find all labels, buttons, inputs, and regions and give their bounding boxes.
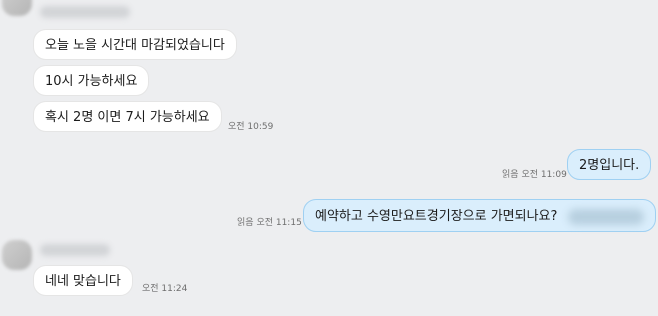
- message-text: 2명입니다.: [579, 158, 640, 173]
- message-bubble[interactable]: 혹시 2명 이면 7시 가능하세요: [33, 101, 222, 132]
- message-bubble[interactable]: 오늘 노을 시간대 마감되었습니다: [33, 29, 237, 60]
- message-timestamp: 오전 11:24: [142, 284, 188, 294]
- message-timestamp: 오전 11:15: [256, 218, 302, 228]
- message-timestamp: 오전 11:09: [521, 170, 567, 180]
- read-receipt: 읽음: [502, 170, 519, 180]
- redacted-blur: [567, 208, 644, 225]
- message-meta: 읽음 오전 11:09: [502, 170, 567, 181]
- sender-avatar[interactable]: [2, 0, 32, 16]
- message-bubble[interactable]: 10시 가능하세요: [33, 65, 150, 96]
- read-receipt: 읽음: [237, 218, 254, 228]
- message-bubble[interactable]: 예약하고 수영만요트경기장으로 가면되나요?: [303, 199, 656, 232]
- sender-name-blurred: [40, 244, 110, 256]
- message-bubble[interactable]: 2명입니다.: [567, 149, 652, 180]
- sender-avatar[interactable]: [2, 240, 32, 270]
- message-timestamp: 오전 10:59: [228, 122, 274, 132]
- message-meta: 읽음 오전 11:15: [237, 218, 302, 229]
- sender-name-blurred: [40, 6, 130, 18]
- message-text: 네네 맞습니다: [45, 274, 121, 289]
- message-text: 10시 가능하세요: [45, 74, 138, 89]
- message-text: 오늘 노을 시간대 마감되었습니다: [45, 38, 225, 53]
- message-text: 혹시 2명 이면 7시 가능하세요: [45, 110, 210, 125]
- message-text: 예약하고 수영만요트경기장으로 가면되나요?: [315, 209, 558, 224]
- message-bubble[interactable]: 네네 맞습니다: [33, 265, 133, 296]
